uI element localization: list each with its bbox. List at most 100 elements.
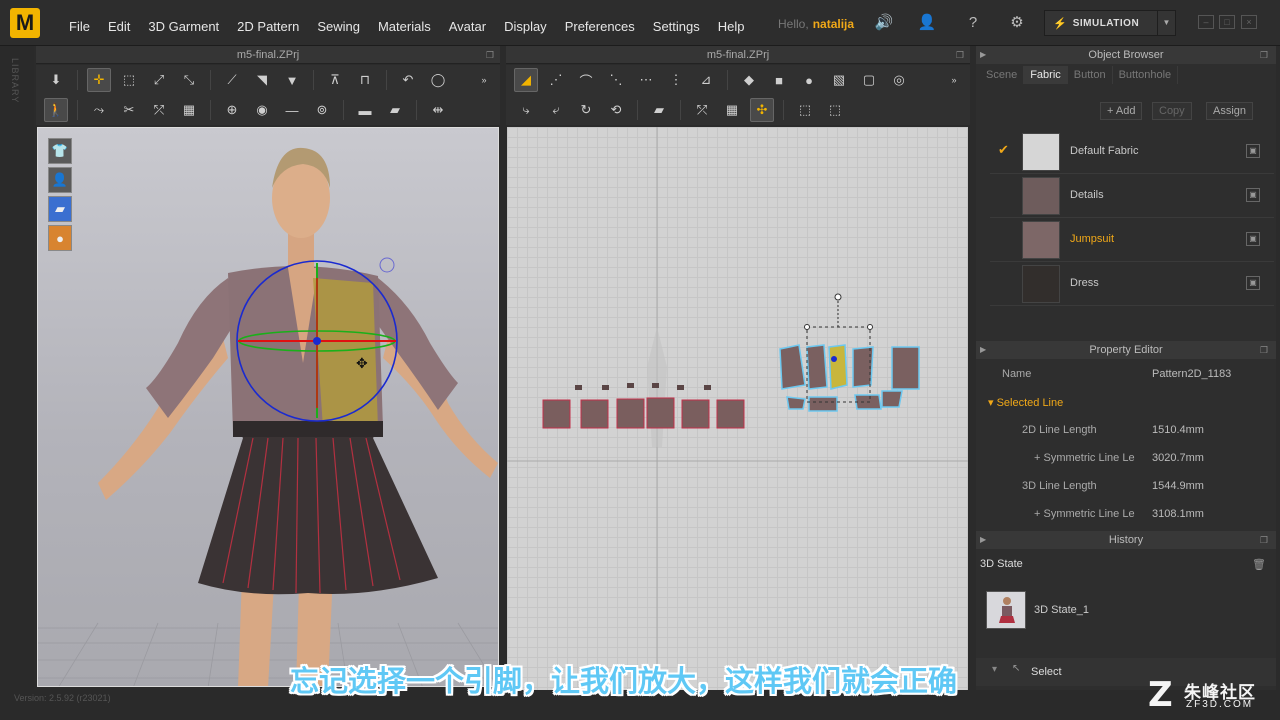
small-piece[interactable]: [602, 385, 609, 390]
maximize-icon[interactable]: ❐: [1260, 341, 1268, 359]
select-area-icon[interactable]: ⬚: [793, 98, 817, 122]
move-down-icon[interactable]: ⬇: [44, 68, 68, 92]
transform-icon[interactable]: ⤢: [147, 68, 171, 92]
garment-icon[interactable]: ▼: [280, 68, 304, 92]
collapse-arrow-icon[interactable]: ▶: [980, 46, 986, 64]
property-section-selected-line[interactable]: ▾ Selected Line: [976, 388, 1266, 416]
scale-handle[interactable]: [804, 324, 810, 330]
button-tool-icon[interactable]: ◉: [250, 98, 274, 122]
iron-icon[interactable]: ▰: [383, 98, 407, 122]
menu-preferences[interactable]: Preferences: [556, 0, 644, 46]
transform-pattern-icon[interactable]: ◢: [514, 68, 538, 92]
tab-button[interactable]: Button: [1068, 66, 1113, 84]
close-button[interactable]: ×: [1241, 15, 1257, 29]
avatar-pose-icon[interactable]: 🚶: [44, 98, 68, 122]
avatar-visibility-icon[interactable]: 👤: [48, 167, 72, 193]
menu-file[interactable]: File: [60, 0, 99, 46]
seam-icon[interactable]: ⊓: [353, 68, 377, 92]
minimize-button[interactable]: –: [1198, 15, 1214, 29]
m-n-sewing-icon[interactable]: ↻: [574, 98, 598, 122]
gizmo-center[interactable]: [313, 337, 321, 345]
scale-handle[interactable]: [867, 324, 873, 330]
property-value[interactable]: 3020.7mm: [1152, 452, 1204, 464]
internal-polygon-icon[interactable]: ▧: [827, 68, 851, 92]
tape-icon[interactable]: ↶: [396, 68, 420, 92]
small-piece[interactable]: [627, 383, 634, 388]
menu-2d-pattern[interactable]: 2D Pattern: [228, 0, 308, 46]
edit-pattern-icon[interactable]: ⋰: [544, 68, 568, 92]
small-piece[interactable]: [652, 383, 659, 388]
internal-circle-icon[interactable]: ◎: [887, 68, 911, 92]
curve-point-icon[interactable]: ⋯: [634, 68, 658, 92]
pattern-piece[interactable]: [881, 390, 903, 408]
measure-icon[interactable]: ⤳: [87, 98, 111, 122]
small-piece[interactable]: [575, 385, 582, 390]
menu-display[interactable]: Display: [495, 0, 556, 46]
add-point-icon[interactable]: ⊕: [220, 98, 244, 122]
menu-materials[interactable]: Materials: [369, 0, 440, 46]
pattern-icon[interactable]: ▦: [177, 98, 201, 122]
pattern-piece[interactable]: [891, 346, 920, 390]
history-delete-icon[interactable]: 🗑: [1252, 558, 1266, 571]
circle-icon[interactable]: ●: [797, 68, 821, 92]
collapse-arrow-icon[interactable]: ▶: [980, 341, 986, 359]
property-value[interactable]: 3108.1mm: [1152, 508, 1204, 520]
simulation-button[interactable]: ⚡ SIMULATION ▼: [1044, 10, 1176, 36]
pattern-piece[interactable]: [808, 396, 838, 412]
gizmo-target-icon[interactable]: [379, 257, 395, 273]
arrangement-icon[interactable]: ✂: [117, 98, 141, 122]
avatar-settings-icon[interactable]: ⚙: [1007, 13, 1027, 33]
chevron-down-icon[interactable]: ▾: [992, 664, 997, 675]
pattern-piece[interactable]: [580, 399, 609, 429]
fabric-visibility-icon[interactable]: ▰: [48, 196, 72, 222]
select-group-icon[interactable]: ⬚: [823, 98, 847, 122]
menu-3d-garment[interactable]: 3D Garment: [139, 0, 228, 46]
chevron-down-icon[interactable]: ▼: [1157, 11, 1175, 35]
fitting-icon[interactable]: ⤱: [147, 98, 171, 122]
maximize-icon[interactable]: ❐: [486, 46, 494, 64]
property-value[interactable]: 1510.4mm: [1152, 424, 1204, 436]
fabric-item-default[interactable]: ✔ Default Fabric ▣: [990, 130, 1274, 174]
fabric-item-jumpsuit[interactable]: Jumpsuit ▣: [990, 218, 1274, 262]
shirt-pattern-pieces[interactable]: [779, 293, 920, 412]
viewport-3d[interactable]: ✥ 👕 👤 ▰ ●: [37, 127, 499, 687]
edit-curvature-icon[interactable]: ⌒: [574, 68, 598, 92]
pattern-piece[interactable]: [716, 399, 745, 429]
selected-pattern-piece[interactable]: [828, 344, 848, 390]
user-icon[interactable]: 👤: [917, 13, 937, 33]
tab-buttonhole[interactable]: Buttonhole: [1113, 66, 1179, 84]
more-tools-icon[interactable]: »: [942, 68, 966, 92]
maximize-icon[interactable]: ❐: [956, 46, 964, 64]
assign-fabric-button[interactable]: Assign: [1206, 102, 1254, 120]
fabric-options-icon[interactable]: ▣: [1246, 232, 1260, 246]
more-tools-icon[interactable]: »: [472, 68, 496, 92]
viewport-2d[interactable]: [507, 127, 968, 690]
fold-icon[interactable]: ◥: [250, 68, 274, 92]
speaker-icon[interactable]: 🔊: [874, 13, 894, 33]
texture-edit-icon[interactable]: ⤱: [690, 98, 714, 122]
copy-fabric-button[interactable]: Copy: [1152, 102, 1192, 120]
tab-fabric[interactable]: Fabric: [1024, 66, 1068, 84]
select-mesh-icon[interactable]: ⬚: [117, 68, 141, 92]
edit-point-icon[interactable]: ⤡: [177, 68, 201, 92]
tab-scene[interactable]: Scene: [980, 66, 1025, 84]
history-item-label[interactable]: 3D State_1: [1034, 604, 1089, 616]
small-piece[interactable]: [704, 385, 711, 390]
fabric-options-icon[interactable]: ▣: [1246, 144, 1260, 158]
iron-icon[interactable]: ▰: [647, 98, 671, 122]
pattern-piece[interactable]: [542, 399, 571, 429]
pin-point[interactable]: [831, 356, 837, 362]
pattern-piece[interactable]: [806, 344, 828, 390]
fabric-item-dress[interactable]: Dress ▣: [990, 262, 1274, 306]
maximize-icon[interactable]: ❐: [1260, 531, 1268, 549]
history-thumbnail[interactable]: [986, 591, 1026, 629]
help-icon[interactable]: ?: [963, 13, 983, 33]
add-fabric-button[interactable]: + Add: [1100, 102, 1143, 120]
check-sewing-icon[interactable]: ⟲: [604, 98, 628, 122]
rotate-handle[interactable]: [834, 293, 842, 301]
menu-settings[interactable]: Settings: [644, 0, 709, 46]
menu-edit[interactable]: Edit: [99, 0, 139, 46]
pin-2d-icon[interactable]: ✣: [750, 98, 774, 122]
free-sewing-icon[interactable]: ⤶: [544, 98, 568, 122]
fabric-options-icon[interactable]: ▣: [1246, 188, 1260, 202]
